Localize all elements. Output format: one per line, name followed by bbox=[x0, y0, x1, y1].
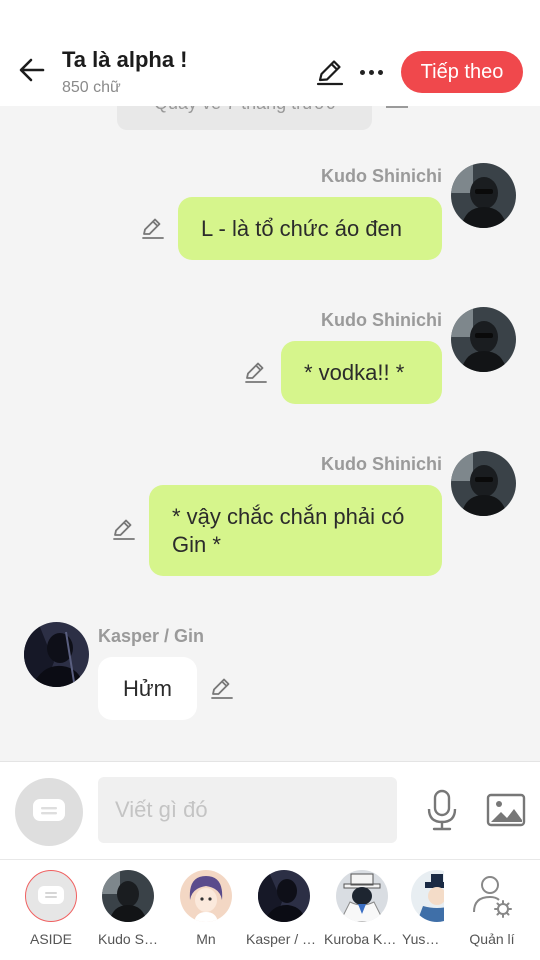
chat-area[interactable]: Quay về 7 tháng trước Kudo Shinichi L - … bbox=[0, 106, 540, 760]
character-yusaku[interactable]: Yusaku bbox=[402, 870, 444, 947]
back-arrow-icon bbox=[19, 58, 45, 82]
message-bubble[interactable]: * vodka!! * bbox=[281, 341, 442, 404]
edit-message-button[interactable] bbox=[243, 359, 269, 385]
input-bar bbox=[0, 761, 540, 859]
avatar bbox=[180, 870, 232, 922]
chat-bubble-icon bbox=[38, 886, 64, 904]
back-button[interactable] bbox=[14, 52, 50, 88]
character-kasper-gin[interactable]: Kasper / Gin bbox=[246, 870, 322, 947]
message-bubble[interactable]: * vậy chắc chắn phải có Gin * bbox=[149, 485, 442, 576]
message-sender: Kudo Shinichi bbox=[321, 166, 442, 186]
pencil-icon bbox=[113, 519, 135, 540]
pencil-icon bbox=[142, 218, 164, 239]
chat-screen: Ta là alpha ! 850 chữ Tiếp theo Quay về … bbox=[0, 0, 540, 960]
partial-icon bbox=[386, 106, 408, 108]
aside-toggle-button[interactable] bbox=[15, 778, 83, 846]
message-sender: Kudo Shinichi bbox=[321, 454, 442, 474]
character-kuroba-kaito[interactable]: Kuroba Kaito bbox=[324, 870, 400, 947]
avatar-kudo-shinichi[interactable] bbox=[451, 451, 516, 516]
message-input[interactable] bbox=[98, 777, 397, 843]
message-sender: Kasper / Gin bbox=[98, 626, 205, 646]
more-icon bbox=[359, 69, 365, 75]
voice-button[interactable] bbox=[424, 788, 460, 832]
more-button[interactable] bbox=[354, 56, 388, 88]
character-mn[interactable]: Mn bbox=[168, 870, 244, 947]
avatar bbox=[102, 870, 154, 922]
story-title: Ta là alpha ! bbox=[62, 47, 188, 72]
manage-characters-button[interactable]: Quản lí bbox=[454, 870, 530, 947]
character-aside[interactable]: ASIDE bbox=[13, 870, 89, 947]
character-label: Quản lí bbox=[469, 931, 515, 947]
chat-bubble-icon bbox=[33, 799, 65, 821]
avatar-kudo-shinichi[interactable] bbox=[451, 307, 516, 372]
character-label: Mn bbox=[196, 931, 216, 947]
avatar bbox=[336, 870, 388, 922]
avatar bbox=[411, 870, 444, 922]
message-bubble[interactable]: L - là tổ chức áo đen bbox=[178, 197, 442, 260]
pencil-icon bbox=[211, 678, 233, 699]
pencil-icon bbox=[245, 362, 267, 383]
word-count: 850 chữ bbox=[62, 79, 121, 96]
character-label: ASIDE bbox=[29, 931, 72, 947]
microphone-icon bbox=[427, 789, 457, 831]
character-label: Kasper / Gin bbox=[246, 931, 322, 947]
pencil-icon bbox=[316, 60, 344, 86]
aside-avatar bbox=[25, 870, 77, 922]
header: Ta là alpha ! 850 chữ Tiếp theo bbox=[0, 0, 540, 106]
next-button[interactable]: Tiếp theo bbox=[401, 51, 523, 93]
character-label: Kuroba Kaito bbox=[324, 931, 400, 947]
avatar bbox=[258, 870, 310, 922]
time-separator: Quay về 7 tháng trước bbox=[117, 106, 372, 130]
message-bubble[interactable]: Hửm bbox=[98, 657, 197, 720]
image-button[interactable] bbox=[486, 792, 526, 828]
character-label: Yusaku bbox=[402, 931, 444, 947]
character-kudo-shinichi[interactable]: Kudo Shinichi bbox=[90, 870, 166, 947]
edit-message-button[interactable] bbox=[140, 215, 166, 241]
character-label: Kudo Shinichi bbox=[98, 931, 158, 947]
edit-message-button[interactable] bbox=[111, 516, 137, 542]
user-settings-icon bbox=[466, 870, 518, 922]
image-icon bbox=[486, 793, 526, 827]
character-bar: ASIDE Kudo Shinichi bbox=[0, 859, 540, 960]
avatar-kudo-shinichi[interactable] bbox=[451, 163, 516, 228]
edit-title-button[interactable] bbox=[314, 56, 346, 88]
edit-message-button[interactable] bbox=[209, 675, 235, 701]
avatar-kasper-gin[interactable] bbox=[24, 622, 89, 687]
message-sender: Kudo Shinichi bbox=[321, 310, 442, 330]
